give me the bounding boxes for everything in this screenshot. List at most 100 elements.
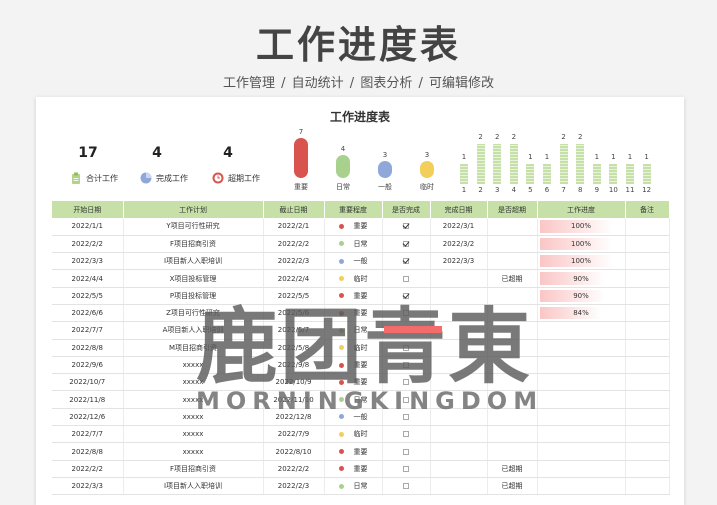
start-date-cell[interactable]: 2022/5/5 (52, 287, 124, 305)
due-date-cell[interactable]: 2022/2/1 (263, 218, 325, 236)
progress-cell[interactable] (537, 442, 626, 461)
done-checkbox[interactable] (403, 275, 409, 282)
plan-cell[interactable]: A项目新人入职培训 (123, 321, 264, 340)
done-date-cell[interactable]: 2022/3/1 (430, 218, 488, 236)
start-date-cell[interactable]: 2022/10/7 (52, 373, 124, 392)
plan-cell[interactable]: xxxxx (123, 356, 264, 375)
remark-cell[interactable] (625, 408, 670, 427)
done-checkbox[interactable] (403, 396, 409, 403)
start-date-cell[interactable]: 2022/6/6 (52, 304, 124, 323)
progress-cell[interactable]: 90% (537, 269, 626, 288)
due-date-cell[interactable]: 2022/2/3 (263, 477, 325, 496)
remark-cell[interactable] (625, 373, 670, 392)
progress-cell[interactable] (537, 339, 626, 357)
remark-cell[interactable] (625, 356, 670, 375)
due-date-cell[interactable]: 2022/5/8 (263, 339, 325, 357)
importance-cell[interactable]: 日常 (324, 321, 383, 340)
due-date-cell[interactable]: 2022/2/3 (263, 252, 325, 271)
done-date-cell[interactable] (430, 356, 488, 375)
done-checkbox[interactable] (403, 344, 409, 351)
start-date-cell[interactable]: 2022/4/4 (52, 269, 124, 288)
plan-cell[interactable]: Y项目可行性研究 (123, 218, 264, 236)
due-date-cell[interactable]: 2022/5/7 (263, 321, 325, 340)
due-date-cell[interactable]: 2022/2/2 (263, 460, 325, 478)
remark-cell[interactable] (625, 442, 670, 461)
due-date-cell[interactable]: 2022/5/5 (263, 287, 325, 305)
importance-cell[interactable]: 一般 (324, 252, 383, 271)
progress-cell[interactable]: 100% (537, 235, 626, 254)
due-date-cell[interactable]: 2022/2/4 (263, 269, 325, 288)
remark-cell[interactable] (625, 304, 670, 323)
plan-cell[interactable]: xxxxx (123, 390, 264, 409)
done-checkbox[interactable] (403, 362, 409, 369)
done-checkbox[interactable] (403, 448, 409, 455)
progress-cell[interactable] (537, 373, 626, 392)
plan-cell[interactable]: F项目招商引资 (123, 235, 264, 254)
importance-cell[interactable]: 日常 (324, 390, 383, 409)
done-checkbox[interactable] (403, 431, 409, 438)
remark-cell[interactable] (625, 477, 670, 496)
importance-cell[interactable]: 重要 (324, 356, 383, 375)
due-date-cell[interactable]: 2022/10/9 (263, 373, 325, 392)
done-date-cell[interactable]: 2022/3/2 (430, 235, 488, 254)
progress-cell[interactable] (537, 460, 626, 478)
importance-cell[interactable]: 重要 (324, 287, 383, 305)
start-date-cell[interactable]: 2022/8/8 (52, 442, 124, 461)
plan-cell[interactable]: xxxxx (123, 425, 264, 444)
plan-cell[interactable]: xxxxx (123, 442, 264, 461)
importance-cell[interactable]: 临时 (324, 339, 383, 357)
progress-cell[interactable] (537, 356, 626, 375)
done-checkbox[interactable] (403, 223, 409, 230)
start-date-cell[interactable]: 2022/3/3 (52, 477, 124, 496)
done-date-cell[interactable] (430, 373, 488, 392)
done-date-cell[interactable] (430, 425, 488, 444)
done-date-cell[interactable] (430, 287, 488, 305)
done-checkbox[interactable] (403, 413, 409, 420)
importance-cell[interactable]: 一般 (324, 408, 383, 427)
start-date-cell[interactable]: 2022/1/1 (52, 218, 124, 236)
plan-cell[interactable]: I项目新人入职培训 (123, 477, 264, 496)
remark-cell[interactable] (625, 425, 670, 444)
due-date-cell[interactable]: 2022/2/2 (263, 235, 325, 254)
done-checkbox[interactable] (403, 483, 409, 490)
start-date-cell[interactable]: 2022/7/7 (52, 321, 124, 340)
importance-cell[interactable]: 重要 (324, 218, 383, 236)
done-checkbox[interactable] (403, 240, 409, 247)
progress-cell[interactable]: 100% (537, 218, 626, 236)
importance-cell[interactable]: 临时 (324, 269, 383, 288)
plan-cell[interactable]: X项目投标管理 (123, 269, 264, 288)
start-date-cell[interactable]: 2022/7/7 (52, 425, 124, 444)
start-date-cell[interactable]: 2022/11/8 (52, 390, 124, 409)
progress-cell[interactable]: 90% (537, 287, 626, 305)
importance-cell[interactable]: 临时 (324, 425, 383, 444)
importance-cell[interactable]: 重要 (324, 460, 383, 478)
progress-cell[interactable] (537, 425, 626, 444)
remark-cell[interactable] (625, 269, 670, 288)
progress-cell[interactable]: 100% (537, 252, 626, 271)
due-date-cell[interactable]: 2022/7/9 (263, 425, 325, 444)
start-date-cell[interactable]: 2022/12/6 (52, 408, 124, 427)
progress-cell[interactable] (537, 477, 626, 496)
plan-cell[interactable]: P项目投标管理 (123, 287, 264, 305)
due-date-cell[interactable]: 2022/9/8 (263, 356, 325, 375)
due-date-cell[interactable]: 2022/8/10 (263, 442, 325, 461)
done-date-cell[interactable] (430, 269, 488, 288)
plan-cell[interactable]: I项目新人入职培训 (123, 252, 264, 271)
done-checkbox[interactable] (403, 310, 409, 317)
done-checkbox[interactable] (403, 379, 409, 386)
plan-cell[interactable]: M项目招商引资 (123, 339, 264, 357)
done-date-cell[interactable] (430, 339, 488, 357)
start-date-cell[interactable]: 2022/3/3 (52, 252, 124, 271)
importance-cell[interactable]: 重要 (324, 442, 383, 461)
done-date-cell[interactable] (430, 304, 488, 323)
start-date-cell[interactable]: 2022/2/2 (52, 460, 124, 478)
done-date-cell[interactable]: 2022/3/3 (430, 252, 488, 271)
done-checkbox[interactable] (403, 258, 409, 265)
done-date-cell[interactable] (430, 442, 488, 461)
done-checkbox[interactable] (403, 465, 409, 472)
plan-cell[interactable]: Z项目可行性研究 (123, 304, 264, 323)
progress-cell[interactable] (537, 321, 626, 340)
remark-cell[interactable] (625, 321, 670, 340)
importance-cell[interactable]: 重要 (324, 304, 383, 323)
plan-cell[interactable]: xxxxx (123, 373, 264, 392)
